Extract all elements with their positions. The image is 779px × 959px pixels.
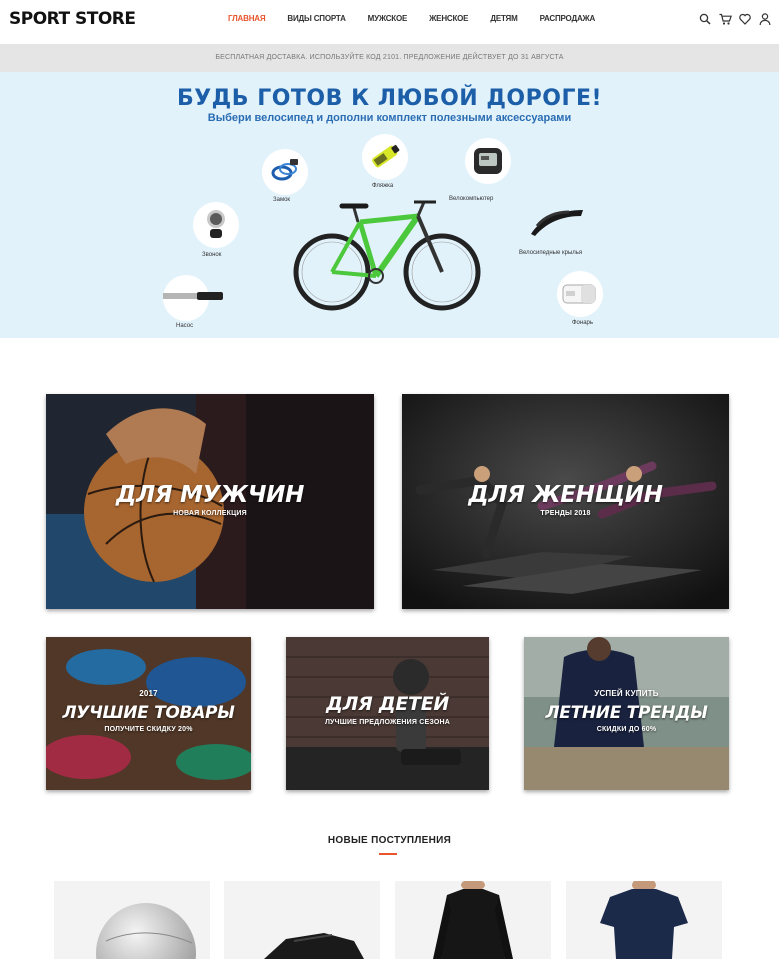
user-icon[interactable] [759,12,771,26]
hero-subtitle: Выбери велосипед и дополни комплект поле… [207,112,572,124]
sneaker-image [264,933,364,959]
tile-women[interactable]: ДЛЯ ЖЕНЩИН ТРЕНДЫ 2018 [402,394,729,609]
product-card-longsleeve[interactable] [395,881,551,959]
nav-item-kids[interactable]: Детям [490,14,517,23]
tile-summer-pre: УСПЕЙ КУПИТЬ [594,689,659,698]
lock-icon [262,149,308,195]
heart-icon[interactable] [739,12,751,26]
tile-best-subtitle: ПОЛУЧИТЕ СКИДКУ 20% [104,726,193,733]
bicycle-image [292,196,484,314]
bell-icon [193,202,239,248]
tshirt-image [600,881,688,959]
nav-item-men[interactable]: Мужское [368,14,408,23]
nav-item-sale[interactable]: Распродажа [540,14,596,23]
tile-men[interactable]: ДЛЯ МУЖЧИН НОВАЯ КОЛЛЕКЦИЯ [46,394,374,609]
fitball-image [96,903,196,959]
pump-icon [153,275,223,321]
tile-kids-subtitle: ЛУЧШИЕ ПРЕДЛОЖЕНИЯ СЕЗОНА [324,719,451,726]
accessory-label-fenders: Велосипедные крылья [519,250,583,256]
tile-kids[interactable]: ДЛЯ ДЕТЕЙ ЛУЧШИЕ ПРЕДЛОЖЕНИЯ СЕЗОНА [286,637,489,790]
tile-kids-title: ДЛЯ ДЕТЕЙ [326,693,449,715]
tile-best-products[interactable]: 2017 ЛУЧШИЕ ТОВАРЫ ПОЛУЧИТЕ СКИДКУ 20% [46,637,251,790]
cart-icon[interactable] [719,12,732,26]
logo[interactable]: SPORT STORE [9,9,136,29]
product-card-tshirt[interactable] [566,881,722,959]
promo-notice-bar: Бесплатная доставка. Используйте код 210… [0,44,779,72]
bottle-icon [362,134,408,180]
accessory-label-lock: Замок [273,197,291,203]
tile-best-title: ЛУЧШИЕ ТОВАРЫ [62,703,235,723]
nav-item-sports[interactable]: Виды спорта [287,14,345,23]
hero-title: БУДЬ ГОТОВ К ЛЮБОЙ ДОРОГЕ! [176,86,603,111]
bike-light-icon [557,271,603,317]
tile-women-title: ДЛЯ ЖЕНЩИН [468,482,663,508]
tile-women-subtitle: ТРЕНДЫ 2018 [540,510,591,517]
header-icons [699,12,771,26]
tile-men-subtitle: НОВАЯ КОЛЛЕКЦИЯ [173,510,247,517]
longsleeve-image [433,881,513,959]
tile-best-year: 2017 [139,689,158,698]
tile-summer-title: ЛЕТНИЕ ТРЕНДЫ [545,703,708,723]
accessory-label-bottle: Фляжка [372,183,394,189]
main-nav: Главная Виды спорта Мужское Женское Детя… [228,14,617,23]
nav-item-home[interactable]: Главная [228,14,266,23]
bike-computer-icon [465,138,511,184]
accessory-label-pump: Насос [176,323,194,329]
tile-men-title: ДЛЯ МУЖЧИН [115,482,305,508]
product-card-sneaker[interactable] [224,881,380,959]
hero-banner[interactable]: БУДЬ ГОТОВ К ЛЮБОЙ ДОРОГЕ! Выбери велоси… [0,72,779,338]
accessory-label-light: Фонарь [572,320,594,326]
tile-summer-subtitle: СКИДКИ ДО 60% [596,726,657,733]
section-title-underline [379,853,397,855]
page: SPORT STORE Главная Виды спорта Мужское … [0,0,779,959]
tile-summer-trends[interactable]: УСПЕЙ КУПИТЬ ЛЕТНИЕ ТРЕНДЫ СКИДКИ ДО 60% [524,637,729,790]
search-icon[interactable] [699,12,711,26]
fender-icon [527,200,583,246]
accessory-label-bell: Звонок [202,252,222,258]
nav-item-women[interactable]: Женское [429,14,468,23]
header: SPORT STORE Главная Виды спорта Мужское … [0,0,779,42]
product-card-fitball[interactable] [54,881,210,959]
new-arrivals-title: НОВЫЕ ПОСТУПЛЕНИЯ [327,835,452,846]
